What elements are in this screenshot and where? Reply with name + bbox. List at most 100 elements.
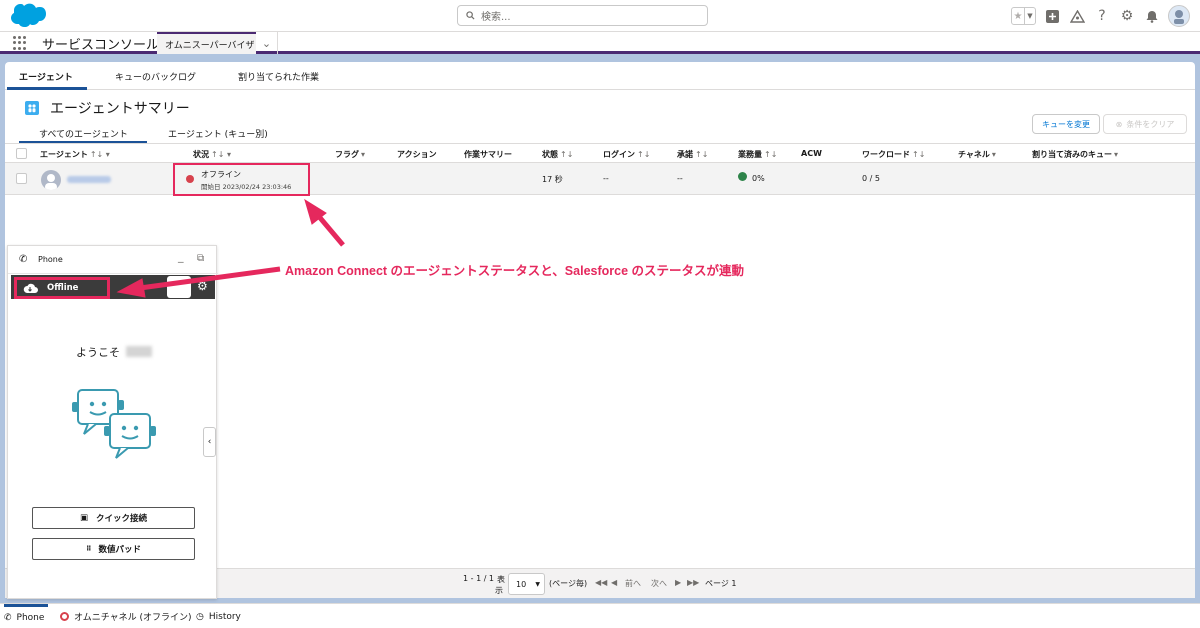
select-all-checkbox[interactable] [16, 148, 27, 159]
utility-omni-label: オムニチャネル (オフライン) [74, 613, 192, 623]
tab-assigned-work[interactable]: 割り当てられた作業 [238, 70, 319, 83]
utility-phone[interactable]: ✆ Phone [4, 604, 48, 628]
global-search-input[interactable]: 検索... [457, 5, 708, 26]
col-channel[interactable]: チャネル ▾ [958, 149, 996, 160]
contact-card-icon: ▣ [79, 513, 88, 523]
record-range: 1 - 1 / 1 [463, 574, 495, 583]
app-launcher-icon[interactable] [13, 36, 27, 50]
col-flag[interactable]: フラグ ▾ [335, 149, 365, 160]
agent-status: オフライン [201, 170, 241, 179]
col-acw: ACW [801, 149, 822, 158]
col-assigned-queue[interactable]: 割り当て済みのキュー ▾ [1032, 149, 1118, 160]
clear-filters-label: 条件をクリア [1126, 119, 1175, 129]
phone-panel-header: ✆ Phone _ ⧉ [8, 246, 218, 274]
minimize-icon[interactable]: _ [178, 250, 184, 263]
search-placeholder: 検索... [481, 12, 511, 23]
dropdown-icon: ▾ [1114, 150, 1119, 159]
ccp-quick-button[interactable] [167, 276, 191, 298]
clock-icon: ◷ [196, 611, 204, 622]
col-accept[interactable]: 承諾 ↑↓ [677, 149, 708, 160]
gear-icon[interactable]: ⚙ [1118, 7, 1136, 25]
offline-status-dot [186, 175, 194, 183]
star-icon[interactable]: ★ [1012, 8, 1024, 24]
last-page-icon[interactable]: ▶▶ [687, 578, 699, 587]
display-label: 表 [497, 575, 505, 584]
utility-phone-label: Phone [16, 613, 45, 623]
col-state[interactable]: 状態 ↑↓ [542, 149, 573, 160]
page-size-select[interactable]: 10 ▼ [508, 573, 545, 595]
workload-value: 0 / 5 [862, 174, 880, 183]
tab-agents[interactable]: エージェント [19, 70, 73, 83]
page-title: エージェントサマリー [50, 101, 190, 117]
phone-icon: ✆ [4, 613, 12, 623]
help-icon[interactable]: ? [1093, 7, 1111, 25]
salesforce-logo[interactable] [8, 3, 46, 29]
search-icon [466, 11, 475, 20]
col-workload[interactable]: ワークロード ↑↓ [862, 149, 925, 160]
col-work-summary: 作業サマリー [464, 150, 512, 159]
row-checkbox[interactable] [16, 173, 27, 184]
utilization-value: 0% [752, 174, 765, 183]
agent-status-dropdown[interactable]: Offline [14, 277, 110, 299]
trailhead-icon[interactable] [1068, 7, 1086, 25]
utility-bar: ✆ Phone オムニチャネル (オフライン) ◷ History [0, 603, 1200, 628]
agent-name-redacted[interactable] [67, 176, 111, 183]
sort-icon: ↑↓ [912, 150, 926, 159]
tab-agents-by-queue[interactable]: エージェント (キュー別) [168, 127, 268, 140]
utility-omni-channel[interactable]: オムニチャネル (オフライン) [60, 604, 192, 628]
annotation-caption: Amazon Connect のエージェントステータスと、Salesforce … [285, 264, 745, 278]
dropdown-icon: ▾ [361, 150, 366, 159]
chevron-down-icon[interactable]: ⌄ [256, 32, 278, 54]
clear-filters-button[interactable]: ⊗ 条件をクリア [1103, 114, 1187, 134]
phone-icon: ✆ [19, 254, 28, 265]
col-login[interactable]: ログイン ↑↓ [603, 149, 650, 160]
collapse-panel-chevron-icon[interactable]: ‹ [203, 427, 216, 457]
active-tab-indicator [7, 87, 87, 90]
sort-icon: ↑↓ [560, 150, 574, 159]
tab-omni-supervisor[interactable]: オムニスーパーバイザ [157, 32, 256, 54]
app-name: サービスコンソール [42, 38, 160, 53]
favorites-control[interactable]: ★ ▼ [1011, 7, 1036, 25]
prev-page-icon[interactable]: ◀ [611, 578, 617, 587]
next-page-icon[interactable]: ▶ [675, 578, 681, 587]
favorites-dropdown-icon[interactable]: ▼ [1024, 8, 1035, 24]
col-agent[interactable]: エージェント ↑↓ ▾ [40, 149, 110, 160]
tab-all-agents[interactable]: すべてのエージェント [39, 127, 128, 140]
header-icons: ★ ▼ ? ⚙ [1011, 5, 1190, 27]
user-avatar[interactable] [1168, 5, 1190, 27]
popout-icon[interactable]: ⧉ [197, 253, 204, 264]
state-duration: 17 秒 [542, 175, 563, 184]
status-highlight-box: オフライン 開始日 2023/02/24 23:03:46 [173, 163, 310, 196]
sort-icon: ↑↓ [637, 150, 651, 159]
ccp-settings-icon[interactable]: ⚙ [197, 279, 208, 293]
status-start-time: 開始日 2023/02/24 23:03:46 [201, 183, 292, 191]
change-queue-button[interactable]: キューを変更 [1032, 114, 1100, 134]
login-value: -- [603, 174, 609, 183]
tab-queue-backlog[interactable]: キューのバックログ [115, 70, 196, 83]
dial-pad-label: 数値パッド [98, 545, 141, 555]
prev-page-button[interactable]: 前へ [625, 578, 641, 589]
quick-connect-button[interactable]: ▣ クイック接続 [32, 507, 195, 529]
omni-status-icon [60, 612, 69, 621]
add-icon[interactable] [1043, 7, 1061, 25]
utility-history[interactable]: ◷ History [196, 604, 241, 628]
per-page-label: (ページ毎) [549, 579, 588, 588]
col-utilization[interactable]: 業務量 ↑↓ [738, 149, 777, 160]
phone-panel-title: Phone [38, 255, 63, 264]
sort-icon: ↑↓ [764, 150, 778, 159]
clear-filter-icon: ⊗ [1115, 119, 1123, 129]
keypad-icon: ⠿ [86, 545, 92, 553]
first-page-icon[interactable]: ◀◀ [595, 578, 607, 587]
chevron-down-icon: ▼ [535, 580, 540, 588]
app-navigation: サービスコンソール オムニスーパーバイザ ⌄ [0, 32, 1200, 54]
display-label-2: 示 [495, 586, 503, 595]
quick-connect-label: クイック接続 [96, 514, 148, 524]
dial-pad-button[interactable]: ⠿ 数値パッド [32, 538, 195, 560]
agents-icon [25, 101, 39, 115]
next-page-button[interactable]: 次へ [651, 578, 667, 589]
col-status[interactable]: 状況 ↑↓ ▾ [193, 149, 231, 160]
welcome-text: ようこそ [76, 346, 120, 359]
dropdown-icon: ▾ [991, 150, 996, 159]
bell-icon[interactable] [1143, 7, 1161, 25]
cloud-status-icon [23, 283, 38, 293]
